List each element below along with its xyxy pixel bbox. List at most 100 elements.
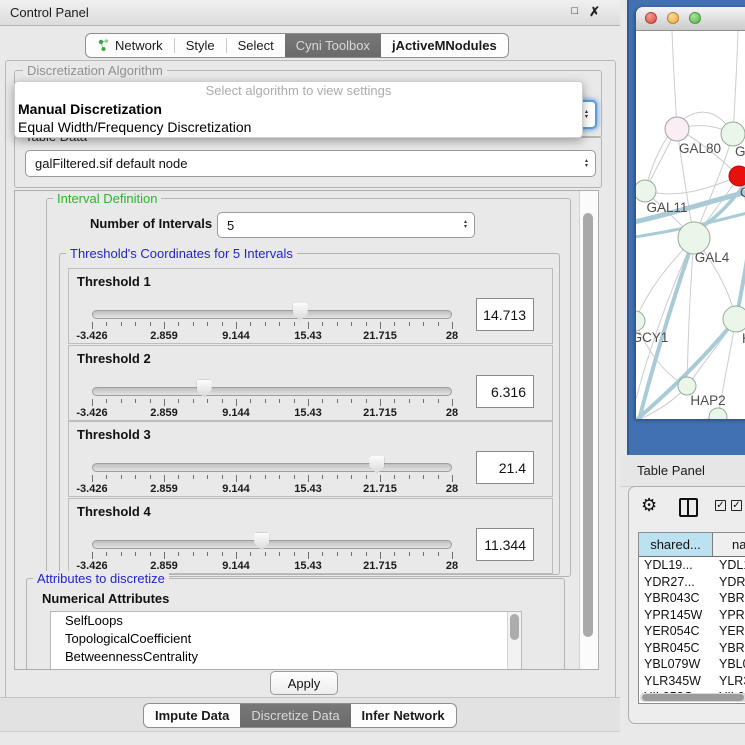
- scrollbar-thumb[interactable]: [642, 694, 744, 701]
- table-row[interactable]: YPR145WYPR1: [639, 607, 745, 624]
- tick-major: [452, 552, 453, 559]
- threshold-value-field[interactable]: 6.316: [476, 375, 534, 408]
- axis-tick-label: 15.43: [294, 483, 322, 495]
- minimize-traffic-light-icon[interactable]: [667, 12, 679, 24]
- tab-infer-network[interactable]: Infer Network: [351, 704, 456, 727]
- attribute-list-item[interactable]: SelfLoops: [51, 612, 521, 630]
- table-panel-title: Table Panel: [637, 463, 705, 478]
- tick-minor: [394, 552, 395, 556]
- threshold-panel-3: Threshold 3-3.4262.8599.14415.4321.71528…: [68, 421, 553, 497]
- tick-minor: [294, 552, 295, 556]
- tab-network[interactable]: Network: [86, 34, 174, 57]
- network-edge: [645, 176, 739, 194]
- close-window-icon[interactable]: ✗: [589, 4, 600, 20]
- threshold-slider[interactable]: -3.4262.8599.14415.4321.71528: [92, 307, 452, 341]
- network-node[interactable]: [709, 408, 727, 419]
- checkbox-icon[interactable]: ✓: [731, 500, 742, 511]
- table-row[interactable]: YER054CYER0: [639, 623, 745, 640]
- cell-shared-name: YDR27...: [639, 574, 713, 591]
- algorithm-placeholder-option[interactable]: Select algorithm to view settings: [15, 82, 582, 100]
- algorithm-option-equal-width-frequency-discretization[interactable]: Equal Width/Frequency Discretization: [15, 118, 582, 136]
- axis-tick-label: 15.43: [294, 330, 322, 342]
- tab-style[interactable]: Style: [175, 34, 226, 57]
- table-row[interactable]: YDL19...YDL1: [639, 557, 745, 574]
- network-view-window[interactable]: GAL80GACGAL11GAL4GCY1HHAP2: [636, 7, 745, 419]
- table-data-combobox[interactable]: galFiltered.sif default node ▴▾: [25, 150, 596, 177]
- tick-minor: [250, 322, 251, 326]
- tick-minor: [409, 475, 410, 479]
- table-row[interactable]: YBR043CYBR0: [639, 590, 745, 607]
- column-header-name[interactable]: na: [713, 533, 745, 556]
- scrollbar-thumb[interactable]: [510, 614, 519, 640]
- number-of-intervals-combobox[interactable]: 5 ▴▾: [217, 212, 475, 238]
- threshold-slider[interactable]: -3.4262.8599.14415.4321.71528: [92, 537, 452, 571]
- table-row[interactable]: YBR045CYBR0: [639, 640, 745, 657]
- tab-label: Discretize Data: [251, 708, 339, 723]
- attributes-list-scrollbar[interactable]: [507, 612, 521, 670]
- slider-track[interactable]: [92, 310, 452, 319]
- tab-cyni-toolbox[interactable]: Cyni Toolbox: [285, 34, 381, 57]
- attribute-list-item[interactable]: TopologicalCoefficient: [51, 630, 521, 648]
- tick-minor: [106, 475, 107, 479]
- threshold-value-field[interactable]: 11.344: [476, 528, 534, 561]
- algorithm-option-manual-discretization[interactable]: Manual Discretization: [15, 100, 582, 118]
- threshold-slider[interactable]: -3.4262.8599.14415.4321.71528: [92, 384, 452, 418]
- threshold-slider[interactable]: -3.4262.8599.14415.4321.71528: [92, 460, 452, 494]
- float-window-icon[interactable]: □: [571, 5, 578, 17]
- settings-panel-scrollbar[interactable]: [579, 191, 598, 669]
- threshold-value-field[interactable]: 21.4: [476, 451, 534, 484]
- gear-icon[interactable]: ⚙: [641, 495, 657, 516]
- network-canvas[interactable]: GAL80GACGAL11GAL4GCY1HHAP2: [636, 31, 745, 419]
- axis-tick-label: 15.43: [294, 407, 322, 419]
- tab-jactivemnodules[interactable]: jActiveMNodules: [381, 34, 508, 57]
- checkbox-icon[interactable]: ✓: [715, 500, 726, 511]
- interval-definition-label: Interval Definition: [53, 191, 161, 206]
- column-header-shared-name[interactable]: shared...: [639, 533, 713, 556]
- table-row[interactable]: YBL079WYBL0: [639, 656, 745, 673]
- tick-minor: [121, 552, 122, 556]
- close-traffic-light-icon[interactable]: [645, 12, 657, 24]
- tick-minor: [337, 399, 338, 403]
- tab-discretize-data[interactable]: Discretize Data: [240, 704, 350, 727]
- tick-major: [308, 552, 309, 559]
- axis-tick-label: 9.144: [222, 330, 250, 342]
- numerical-attributes-label: Numerical Attributes: [42, 591, 169, 606]
- network-node-ga[interactable]: [721, 122, 745, 146]
- network-window-titlebar[interactable]: [636, 7, 745, 31]
- network-node-h[interactable]: [723, 306, 745, 332]
- screen: Control Panel □ ✗ NetworkStyleSelectCyni…: [0, 0, 745, 745]
- threshold-value-field[interactable]: 14.713: [476, 298, 534, 331]
- table-horizontal-scrollbar[interactable]: [640, 693, 745, 702]
- network-node-gal11[interactable]: [636, 180, 656, 202]
- slider-ticks: [92, 475, 452, 483]
- scrollbar-thumb[interactable]: [583, 213, 593, 637]
- tick-minor: [294, 399, 295, 403]
- table-row[interactable]: YLR345WYLR3: [639, 673, 745, 690]
- table-row[interactable]: YDR27...YDR2: [639, 574, 745, 591]
- axis-tick-label: 9.144: [222, 560, 250, 572]
- tab-select[interactable]: Select: [227, 34, 285, 57]
- network-node-c[interactable]: [729, 166, 745, 186]
- apply-button[interactable]: Apply: [270, 671, 338, 695]
- slider-track[interactable]: [92, 540, 452, 549]
- attribute-list-item[interactable]: BetweennessCentrality: [51, 648, 521, 666]
- tick-minor: [438, 552, 439, 556]
- attributes-group-label: Attributes to discretize: [33, 571, 169, 586]
- slider-track[interactable]: [92, 387, 452, 396]
- axis-tick-label: 15.43: [294, 560, 322, 572]
- network-node-gal80[interactable]: [665, 117, 689, 141]
- split-columns-icon[interactable]: [679, 498, 698, 517]
- network-node-gcy1[interactable]: [636, 311, 645, 331]
- tick-minor: [207, 475, 208, 479]
- tab-impute-data[interactable]: Impute Data: [144, 704, 240, 727]
- zoom-traffic-light-icon[interactable]: [689, 12, 701, 24]
- slider-track[interactable]: [92, 463, 452, 472]
- axis-tick-label: 21.715: [363, 407, 397, 419]
- network-node-label: GAL11: [646, 200, 687, 215]
- tick-minor: [423, 399, 424, 403]
- cell-shared-name: YBR043C: [639, 590, 713, 607]
- tick-minor: [250, 475, 251, 479]
- numerical-attributes-list[interactable]: SelfLoopsTopologicalCoefficientBetweenne…: [50, 611, 522, 670]
- number-of-intervals-label: Number of Intervals: [90, 216, 212, 231]
- tick-minor: [121, 399, 122, 403]
